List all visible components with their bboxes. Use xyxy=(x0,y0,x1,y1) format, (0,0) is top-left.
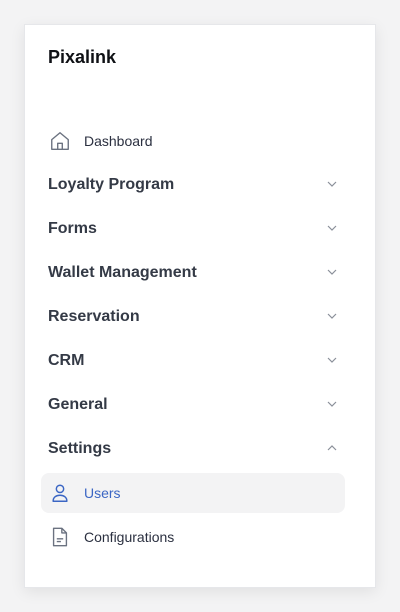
sidebar-item-users[interactable]: Users xyxy=(41,473,345,513)
sidebar-group-label: CRM xyxy=(48,352,85,369)
sidebar-item-label: Configurations xyxy=(84,529,175,545)
chevron-down-icon xyxy=(326,266,338,278)
sidebar-group-reservation[interactable]: Reservation xyxy=(48,297,338,337)
sidebar-group-label: General xyxy=(48,396,108,413)
chevron-up-icon xyxy=(326,442,338,454)
sidebar-group-wallet-management[interactable]: Wallet Management xyxy=(48,253,338,293)
chevron-down-icon xyxy=(326,354,338,366)
user-icon xyxy=(48,481,72,505)
sidebar-group-label: Settings xyxy=(48,440,112,457)
sidebar-group-label: Wallet Management xyxy=(48,264,197,281)
chevron-down-icon xyxy=(326,398,338,410)
sidebar-item-label: Users xyxy=(84,485,121,501)
sidebar-group-loyalty-program[interactable]: Loyalty Program xyxy=(48,165,338,205)
sidebar-group-general[interactable]: General xyxy=(48,385,338,425)
sidebar-item-dashboard[interactable]: Dashboard xyxy=(48,121,338,161)
sidebar-group-label: Forms xyxy=(48,220,97,237)
sidebar-item-label: Dashboard xyxy=(84,133,153,149)
sidebar-group-label: Reservation xyxy=(48,308,140,325)
chevron-down-icon xyxy=(326,178,338,190)
sidebar-group-settings[interactable]: Settings xyxy=(48,429,338,469)
chevron-down-icon xyxy=(326,310,338,322)
home-icon xyxy=(48,129,72,153)
sidebar-group-forms[interactable]: Forms xyxy=(48,209,338,249)
sidebar-group-label: Loyalty Program xyxy=(48,176,175,193)
chevron-down-icon xyxy=(326,222,338,234)
file-icon xyxy=(48,525,72,549)
brand-title: Pixalink xyxy=(48,47,117,67)
sidebar-group-crm[interactable]: CRM xyxy=(48,341,338,381)
sidebar-item-configurations[interactable]: Configurations xyxy=(41,517,345,557)
sidebar-panel: Pixalink Dashboard Loyalty Program Forms… xyxy=(24,24,376,588)
